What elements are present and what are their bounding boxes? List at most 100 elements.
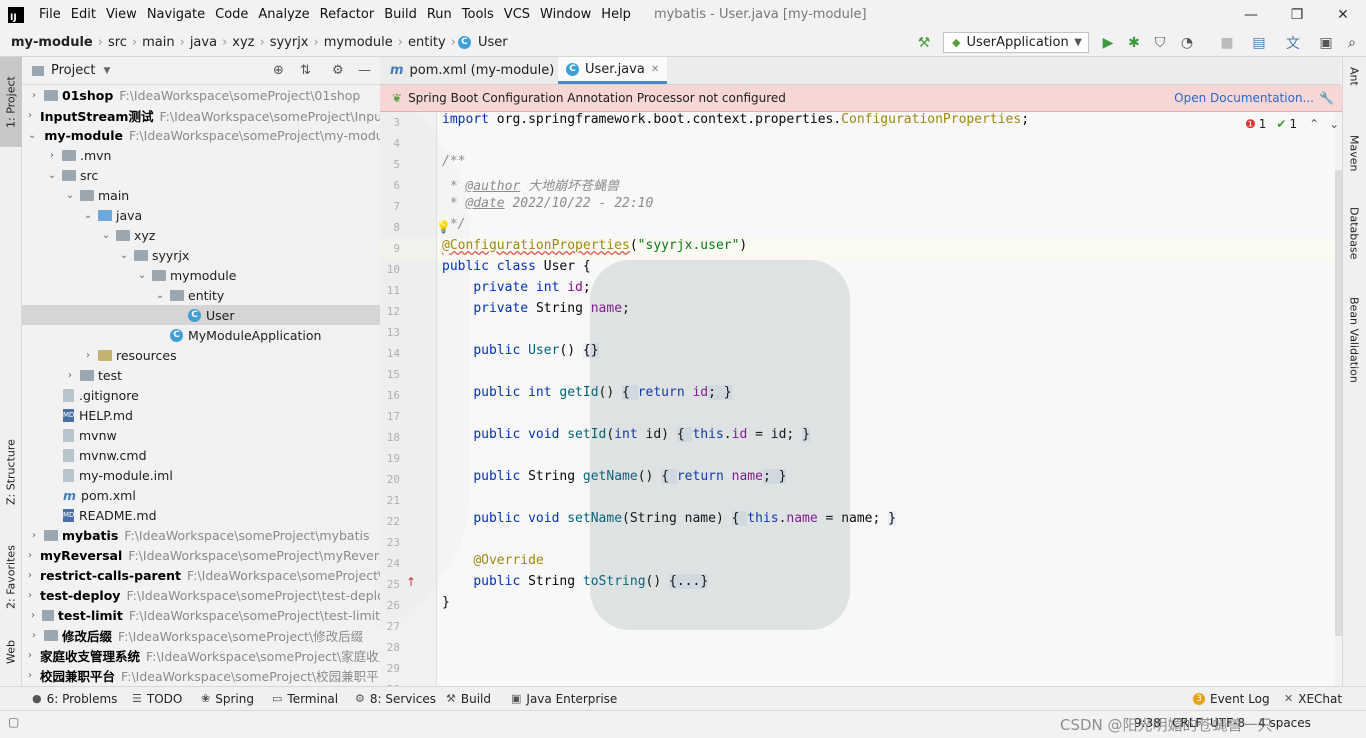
gear-icon[interactable]: ⚙: [332, 63, 344, 78]
menu-edit[interactable]: Edit: [66, 7, 101, 22]
project-structure-icon[interactable]: ▤: [1250, 34, 1268, 52]
breadcrumb-item[interactable]: mymodule: [321, 35, 396, 50]
chevron-right-icon[interactable]: ›: [28, 550, 32, 561]
tree-row-src[interactable]: ⌄ src: [22, 165, 380, 185]
tab-structure[interactable]: Z: Structure: [0, 427, 22, 517]
menu-file[interactable]: File: [34, 7, 66, 22]
run-icon[interactable]: ▶: [1099, 34, 1117, 52]
chevron-down-icon[interactable]: ⌄: [82, 210, 94, 221]
code-editor[interactable]: import org.springframework.boot.context.…: [437, 112, 1335, 686]
chevron-right-icon[interactable]: ›: [82, 350, 94, 361]
maximize-button[interactable]: ❐: [1274, 0, 1320, 29]
breadcrumb-item[interactable]: User: [475, 35, 511, 50]
menu-window[interactable]: Window: [535, 7, 596, 22]
tree-row-main[interactable]: ⌄ main: [22, 185, 380, 205]
tree-row-readme-md[interactable]: MD README.md: [22, 505, 380, 525]
chevron-down-icon[interactable]: ⌄: [154, 290, 166, 301]
tree-row-pom-xml[interactable]: m pom.xml: [22, 485, 380, 505]
tree-row--[interactable]: › 修改后缀 F:\IdeaWorkspace\someProject\修改后缀: [22, 625, 380, 645]
hammer-icon[interactable]: ⚒: [915, 34, 933, 52]
tree-row--[interactable]: › 校园兼职平台 F:\IdeaWorkspace\someProject\校园兼职…: [22, 665, 380, 685]
run-configuration-select[interactable]: ◆ UserApplication ▼: [943, 32, 1089, 53]
override-marker-icon[interactable]: ↑: [406, 575, 416, 589]
tab-pom-xml-my-module-[interactable]: m pom.xml (my-module): [382, 57, 562, 84]
chevron-right-icon[interactable]: ›: [46, 150, 58, 161]
menu-navigate[interactable]: Navigate: [142, 7, 210, 22]
open-documentation-link[interactable]: Open Documentation...: [1174, 91, 1314, 105]
tab-bean-validation[interactable]: Bean Validation: [1343, 297, 1365, 407]
chevron-right-icon[interactable]: ›: [28, 610, 38, 621]
tree-row-xyz[interactable]: ⌄ xyz: [22, 225, 380, 245]
tree-row-inputstream-[interactable]: › InputStream测试 F:\IdeaWorkspace\someProje…: [22, 105, 380, 125]
tree-row-mymodule[interactable]: ⌄ mymodule: [22, 265, 380, 285]
tab-user-java[interactable]: C User.java ✕: [558, 57, 668, 84]
profile-icon[interactable]: ◔: [1178, 34, 1196, 52]
close-tab-icon[interactable]: ✕: [651, 64, 659, 75]
menu-run[interactable]: Run: [422, 7, 457, 22]
tree-row-mvnw-cmd[interactable]: mvnw.cmd: [22, 445, 380, 465]
breadcrumb-item[interactable]: java: [187, 35, 220, 50]
collapse-all-icon[interactable]: ⇅: [300, 63, 311, 78]
tree-row-my-module[interactable]: ⌄ my-module F:\IdeaWorkspace\someProject\m…: [22, 125, 380, 145]
menu-view[interactable]: View: [101, 7, 142, 22]
tree-row--mvn[interactable]: › .mvn: [22, 145, 380, 165]
tree-row-01shop[interactable]: › 01shop F:\IdeaWorkspace\someProject\01sh…: [22, 85, 380, 105]
chevron-down-icon[interactable]: ⌄: [118, 250, 130, 261]
tree-row-myreversal[interactable]: › myReversal F:\IdeaWorkspace\someProject\…: [22, 545, 380, 565]
editor-scrollbar[interactable]: [1335, 170, 1342, 636]
chevron-right-icon[interactable]: ›: [64, 370, 76, 381]
chevron-down-icon[interactable]: ⌄: [46, 170, 58, 181]
tree-row-java[interactable]: ⌄ java: [22, 205, 380, 225]
layout-icon[interactable]: ▣: [1317, 34, 1335, 52]
breadcrumb-item[interactable]: my-module: [8, 35, 96, 50]
breadcrumb-item[interactable]: xyz: [229, 35, 257, 50]
breadcrumb-item[interactable]: syyrjx: [267, 35, 312, 50]
tool-tab-8-services[interactable]: ⚙ 8: Services: [355, 687, 436, 710]
tree-row-mvnw[interactable]: mvnw: [22, 425, 380, 445]
menu-help[interactable]: Help: [596, 7, 636, 22]
debug-icon[interactable]: ✱: [1125, 34, 1143, 52]
chevron-down-icon[interactable]: ⌄: [1329, 117, 1339, 131]
minimize-button[interactable]: —: [1228, 0, 1274, 29]
chevron-right-icon[interactable]: ›: [28, 630, 40, 641]
tree-row-restrict-calls-parent[interactable]: › restrict-calls-parent F:\IdeaWorkspace\s…: [22, 565, 380, 585]
locate-icon[interactable]: ⊕: [273, 63, 284, 78]
stop-icon[interactable]: ■: [1218, 34, 1236, 52]
breadcrumb-item[interactable]: main: [139, 35, 177, 50]
chevron-right-icon[interactable]: ›: [28, 670, 32, 681]
chevron-right-icon[interactable]: ›: [28, 90, 40, 101]
wrench-icon[interactable]: 🔧: [1319, 91, 1334, 105]
menu-build[interactable]: Build: [379, 7, 422, 22]
tree-row-syyrjx[interactable]: ⌄ syyrjx: [22, 245, 380, 265]
chevron-right-icon[interactable]: ›: [28, 650, 32, 661]
tree-row-test-limit[interactable]: › test-limit F:\IdeaWorkspace\someProject\…: [22, 605, 380, 625]
tree-row-mymoduleapplication[interactable]: C MyModuleApplication: [22, 325, 380, 345]
close-button[interactable]: ✕: [1320, 0, 1366, 29]
status-toggle-icon[interactable]: ▢: [8, 715, 19, 729]
tool-tab-build[interactable]: ⚒ Build: [446, 687, 491, 710]
chevron-down-icon[interactable]: ⌄: [100, 230, 112, 241]
tab-database[interactable]: Database: [1343, 207, 1365, 287]
tree-row--[interactable]: › 家庭收支管理系统 F:\IdeaWorkspace\someProject\家庭…: [22, 645, 380, 665]
tool-tab-event-log[interactable]: 3 Event Log: [1193, 687, 1270, 710]
chevron-down-icon[interactable]: ⌄: [28, 130, 36, 141]
breadcrumb-item[interactable]: entity: [405, 35, 449, 50]
tree-row-test-deploy[interactable]: › test-deploy F:\IdeaWorkspace\someProject…: [22, 585, 380, 605]
tool-tab-terminal[interactable]: ▭ Terminal: [272, 687, 338, 710]
menu-code[interactable]: Code: [210, 7, 253, 22]
chevron-right-icon[interactable]: ›: [28, 570, 32, 581]
chevron-right-icon[interactable]: ›: [28, 530, 40, 541]
menu-analyze[interactable]: Analyze: [253, 7, 314, 22]
intention-bulb-icon[interactable]: 💡: [436, 220, 451, 234]
tree-row-user[interactable]: C User: [22, 305, 380, 325]
tab-favorites[interactable]: 2: Favorites: [0, 527, 22, 627]
hide-panel-icon[interactable]: —: [358, 63, 371, 78]
tab-ant[interactable]: Ant: [1343, 67, 1365, 117]
tool-tab-xechat[interactable]: ✕ XEChat: [1284, 687, 1342, 710]
coverage-icon[interactable]: ⛉: [1151, 34, 1169, 52]
chevron-down-icon[interactable]: ▼: [103, 66, 110, 76]
chevron-right-icon[interactable]: ›: [28, 590, 32, 601]
tree-row-entity[interactable]: ⌄ entity: [22, 285, 380, 305]
search-icon[interactable]: ⌕: [1343, 34, 1361, 52]
menu-vcs[interactable]: VCS: [499, 7, 535, 22]
